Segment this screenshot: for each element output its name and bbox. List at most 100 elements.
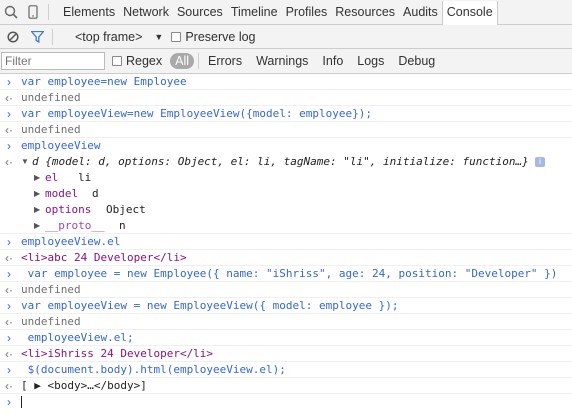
array-result-line[interactable]: ‹· [ ▶ <body>…</body>]: [0, 378, 572, 394]
console-toolbar: <top frame> ▼ Preserve log: [0, 25, 572, 49]
console-command: var employeeView = new EmployeeView({ mo…: [21, 299, 399, 312]
html-result-line[interactable]: ‹· <li>abc 24 Developer</li>: [0, 250, 572, 266]
filter-icon[interactable]: [26, 24, 48, 49]
level-all-button[interactable]: All: [170, 53, 195, 69]
console-input-line: › employeeView.el: [0, 234, 572, 250]
level-errors-button[interactable]: Errors: [201, 54, 249, 68]
clear-console-icon[interactable]: [0, 24, 26, 49]
input-chevron-icon: ›: [7, 395, 11, 409]
console-command: var employee=new Employee: [21, 75, 187, 88]
result-arrow-icon: ‹·: [5, 283, 13, 297]
console-prompt-line[interactable]: ›: [0, 394, 572, 410]
console-command: $(document.body).html(employeeView.el);: [21, 363, 286, 376]
console-filterbar: Regex All Errors Warnings Info Logs Debu…: [0, 49, 572, 74]
text-cursor: [21, 396, 22, 408]
object-property[interactable]: ▶ __proto__ n: [0, 218, 572, 234]
console-messages[interactable]: › var employee=new Employee ‹· undefined…: [0, 74, 572, 415]
toolbar-divider: [198, 53, 200, 69]
tab-sources[interactable]: Sources: [173, 0, 227, 25]
result-arrow-icon: ‹·: [5, 91, 13, 105]
console-result: undefined: [21, 315, 81, 328]
devtools-tabbar: Elements Network Sources Timeline Profil…: [0, 0, 572, 25]
tab-console[interactable]: Console: [441, 0, 498, 25]
console-result-line: ‹· undefined: [0, 314, 572, 330]
preserve-log-checkbox[interactable]: [171, 31, 182, 42]
console-result-line: ‹· undefined: [0, 282, 572, 298]
property-value: Object: [106, 203, 146, 216]
filter-input[interactable]: [1, 52, 105, 70]
console-input-line: › $(document.body).html(employeeView.el)…: [0, 362, 572, 378]
expand-triangle-icon[interactable]: ▶: [34, 173, 40, 182]
array-result: [ ▶ <body>…</body>]: [21, 379, 147, 392]
console-result-line: ‹· undefined: [0, 90, 572, 106]
input-chevron-icon: ›: [7, 299, 11, 313]
console-input-line: › var employee=new Employee: [0, 74, 572, 90]
console-command: employeeView.el: [21, 235, 121, 248]
expand-triangle-icon[interactable]: ▶: [34, 221, 40, 230]
console-command: employeeView.el;: [21, 331, 134, 344]
console-command: employeeView: [21, 139, 101, 152]
property-value: d: [92, 187, 99, 200]
object-preview-line[interactable]: ‹· ▼ d {model: d, options: Object, el: l…: [0, 154, 572, 170]
inspect-element-icon[interactable]: [0, 0, 22, 25]
expand-triangle-icon[interactable]: ▶: [34, 189, 40, 198]
console-command: var employee = new Employee({ name: "iSh…: [21, 267, 558, 280]
tab-resources[interactable]: Resources: [331, 0, 399, 25]
toolbar-divider: [52, 28, 53, 45]
result-arrow-icon: ‹·: [5, 251, 13, 265]
object-property[interactable]: ▶ model d: [0, 186, 572, 202]
console-input-line: › var employee = new Employee({ name: "i…: [0, 266, 572, 282]
result-arrow-icon: ‹·: [5, 379, 13, 393]
device-mode-icon[interactable]: [22, 0, 44, 25]
property-name: model: [45, 187, 79, 200]
html-element-result: <li>abc 24 Developer</li>: [21, 251, 187, 264]
expand-triangle-icon[interactable]: ▼: [21, 157, 29, 166]
tab-audits[interactable]: Audits: [399, 0, 442, 25]
console-command: var employeeView=new EmployeeView({model…: [21, 107, 372, 120]
regex-label: Regex: [126, 54, 163, 68]
result-arrow-icon: ‹·: [5, 123, 13, 137]
console-result: undefined: [21, 123, 81, 136]
level-logs-button[interactable]: Logs: [350, 54, 391, 68]
input-chevron-icon: ›: [7, 331, 11, 345]
result-arrow-icon: ‹·: [5, 155, 13, 169]
input-chevron-icon: ›: [7, 75, 11, 89]
level-debug-button[interactable]: Debug: [391, 54, 442, 68]
tab-profiles[interactable]: Profiles: [282, 0, 332, 25]
input-chevron-icon: ›: [7, 235, 11, 249]
expand-triangle-icon[interactable]: ▶: [34, 205, 40, 214]
console-result: undefined: [21, 91, 81, 104]
input-chevron-icon: ›: [7, 139, 11, 153]
level-warnings-button[interactable]: Warnings: [249, 54, 315, 68]
result-arrow-icon: ‹·: [5, 347, 13, 361]
input-chevron-icon: ›: [7, 363, 11, 377]
property-name: el: [45, 171, 59, 184]
preserve-log-toggle[interactable]: Preserve log: [171, 30, 256, 44]
object-property[interactable]: ▶ el li: [0, 170, 572, 186]
input-chevron-icon: ›: [7, 107, 11, 121]
console-result-line: ‹· undefined: [0, 122, 572, 138]
level-info-button[interactable]: Info: [315, 54, 350, 68]
html-result-line[interactable]: ‹· <li>iShriss 24 Developer</li>: [0, 346, 572, 362]
console-input-line: › var employeeView=new EmployeeView({mod…: [0, 106, 572, 122]
result-arrow-icon: ‹·: [5, 315, 13, 329]
property-name: __proto__: [45, 219, 105, 232]
property-name: options: [45, 203, 92, 216]
input-chevron-icon: ›: [7, 267, 11, 281]
info-icon[interactable]: i: [535, 157, 545, 167]
toolbar-divider: [48, 4, 49, 20]
tab-timeline[interactable]: Timeline: [227, 0, 282, 25]
frame-selector[interactable]: <top frame> ▼: [75, 30, 163, 44]
tab-elements[interactable]: Elements: [59, 0, 119, 25]
console-input-line: › var employeeView = new EmployeeView({ …: [0, 298, 572, 314]
console-input-line: › employeeView.el;: [0, 330, 572, 346]
property-value: li: [78, 171, 92, 184]
regex-toggle[interactable]: Regex: [112, 54, 162, 68]
regex-checkbox[interactable]: [112, 56, 122, 66]
console-input-line: › employeeView: [0, 138, 572, 154]
property-value: n: [119, 219, 126, 232]
chevron-down-icon: ▼: [154, 31, 164, 42]
object-property[interactable]: ▶ options Object: [0, 202, 572, 218]
tab-network[interactable]: Network: [119, 0, 173, 25]
html-element-result: <li>iShriss 24 Developer</li>: [21, 347, 214, 360]
